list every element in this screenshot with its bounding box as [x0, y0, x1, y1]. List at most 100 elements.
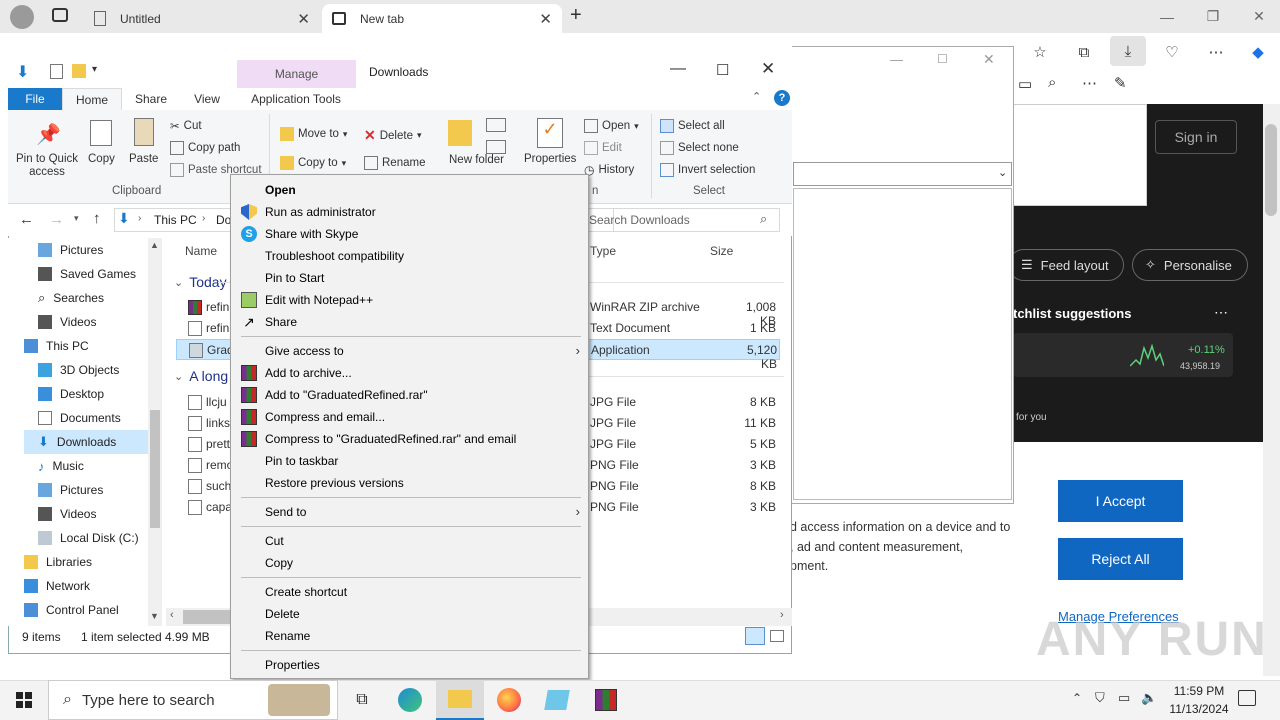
menu-item-edit-notepad[interactable]: Edit with Notepad++ [231, 289, 588, 311]
menu-item-open[interactable]: Open [231, 179, 588, 201]
properties-quick-icon[interactable] [50, 64, 63, 79]
column-size[interactable]: Size [710, 244, 733, 258]
paste-button[interactable]: Paste [129, 153, 158, 165]
nav-item-music[interactable]: ♪ Music [24, 454, 84, 478]
profile-avatar[interactable] [10, 5, 34, 29]
nav-item-3d-objects[interactable]: 3D Objects [24, 358, 119, 382]
dialog-minimize-button[interactable]: — [890, 52, 903, 67]
nav-item-pictures[interactable]: Pictures [24, 238, 103, 262]
tab-new-tab[interactable]: New tab ✕ [322, 4, 562, 33]
tab-home[interactable]: Home [62, 88, 122, 110]
select-all-button[interactable]: Select all [660, 119, 725, 133]
security-icon[interactable]: ⛉ [1095, 690, 1105, 706]
menu-item-properties[interactable]: Properties [231, 654, 588, 676]
help-icon[interactable]: ? [774, 90, 790, 106]
menu-item-pin-start[interactable]: Pin to Start [231, 267, 588, 289]
menu-item-share-skype[interactable]: S Share with Skype [231, 223, 588, 245]
details-view-icon[interactable] [745, 627, 765, 645]
pin-quick-access-button[interactable]: Pin to Quick access [14, 153, 80, 179]
close-window-button[interactable]: ✕ [1236, 0, 1280, 33]
menu-item-add-rar[interactable]: Add to "GraduatedRefined.rar" [231, 384, 588, 406]
tab-untitled[interactable]: Untitled ✕ [84, 4, 320, 33]
forward-arrow-icon[interactable]: → [49, 211, 64, 228]
customize-quick-access-icon[interactable]: ▾ [92, 64, 97, 75]
nav-item-downloads[interactable]: ⬇ Downloads [24, 430, 148, 454]
nav-item-documents[interactable]: Documents [24, 406, 121, 430]
menu-item-restore-versions[interactable]: Restore previous versions [231, 472, 588, 494]
nav-item-videos-pc[interactable]: Videos [24, 502, 96, 526]
nav-item-saved-games[interactable]: Saved Games [24, 262, 136, 286]
tab-application-tools[interactable]: Application Tools [240, 88, 352, 110]
menu-item-create-shortcut[interactable]: Create shortcut [231, 581, 588, 603]
new-folder-button[interactable]: New folder [449, 154, 504, 166]
edit-button[interactable]: Edit [584, 141, 622, 155]
folder-icon[interactable]: ▭ [1018, 75, 1032, 93]
dialog-dropdown[interactable] [793, 162, 1012, 186]
column-name[interactable]: Name [185, 244, 217, 258]
taskbar-firefox[interactable] [485, 680, 533, 720]
invert-selection-button[interactable]: Invert selection [660, 163, 755, 177]
restore-button[interactable]: ❐ [1190, 0, 1236, 33]
column-type[interactable]: Type [590, 244, 616, 258]
nav-item-control-panel[interactable]: Control Panel [10, 598, 119, 622]
tab-view[interactable]: View [184, 88, 230, 110]
feed-layout-button[interactable]: ☰ Feed layout [1008, 249, 1124, 281]
chevron-up-icon[interactable]: ⌃ [752, 90, 761, 103]
nav-item-desktop[interactable]: Desktop [24, 382, 104, 406]
scroll-left-arrow-icon[interactable]: ‹ [170, 609, 174, 621]
move-to-button[interactable]: Move to ▾ [280, 127, 347, 141]
taskbar-winrar[interactable] [582, 680, 630, 720]
downloads-icon[interactable]: ⤓ [1110, 36, 1146, 66]
open-button[interactable]: Open ▾ [584, 119, 639, 133]
nav-item-libraries[interactable]: Libraries [10, 550, 92, 574]
dialog-maximize-button[interactable]: ☐ [937, 52, 948, 66]
more-icon[interactable]: ⋯ [1082, 74, 1097, 92]
search-icon[interactable]: ⌕ [760, 211, 767, 227]
pin-icon[interactable]: ✎ [1114, 74, 1127, 92]
tab-actions-icon[interactable] [52, 8, 68, 22]
more-icon[interactable]: ⋯ [1202, 40, 1230, 64]
nav-scroll-thumb[interactable] [150, 410, 160, 528]
menu-item-rename[interactable]: Rename [231, 625, 588, 647]
menu-item-send-to[interactable]: Send to › [231, 501, 588, 523]
properties-button[interactable]: Properties [524, 153, 576, 165]
close-icon[interactable]: ✕ [539, 10, 552, 28]
new-tab-button[interactable]: + [570, 4, 582, 27]
task-view-button[interactable]: ⧉ [338, 680, 386, 720]
menu-item-give-access[interactable]: Give access to › [231, 340, 588, 362]
start-button[interactable] [0, 680, 48, 720]
rename-button[interactable]: Rename [364, 156, 425, 170]
select-none-button[interactable]: Select none [660, 141, 739, 155]
menu-item-share[interactable]: ↗ Share [231, 311, 588, 333]
taskbar-clock[interactable]: 11:59 PM 11/13/2024 [1162, 682, 1236, 718]
copy-to-button[interactable]: Copy to ▾ [280, 156, 346, 170]
tab-share[interactable]: Share [128, 88, 174, 110]
new-item-icon[interactable] [486, 118, 506, 132]
history-button[interactable]: ◷ History [584, 163, 634, 177]
dialog-close-button[interactable]: ✕ [983, 51, 995, 68]
scroll-right-arrow-icon[interactable]: › [780, 609, 784, 621]
scroll-down-arrow-icon[interactable]: ▼ [150, 611, 159, 621]
performance-icon[interactable]: ♡ [1158, 40, 1186, 64]
sign-in-button[interactable]: Sign in [1155, 120, 1237, 154]
page-scroll-thumb[interactable] [1265, 124, 1277, 216]
taskbar-edge[interactable] [386, 680, 434, 720]
menu-item-cut[interactable]: Cut [231, 530, 588, 552]
search-highlight-image[interactable] [268, 684, 330, 716]
favorites-icon[interactable]: ☆ [1026, 40, 1054, 64]
recent-locations-icon[interactable]: ▾ [74, 213, 79, 224]
accept-button[interactable]: I Accept [1058, 480, 1183, 522]
menu-item-compress-rar-email[interactable]: Compress to "GraduatedRefined.rar" and e… [231, 428, 588, 450]
chevron-down-icon[interactable]: ⌄ [998, 166, 1007, 179]
easy-access-icon[interactable] [486, 140, 506, 154]
more-icon[interactable]: ⋯ [1214, 304, 1228, 321]
copy-path-button[interactable]: Copy path [170, 141, 240, 155]
nav-item-pictures-pc[interactable]: Pictures [24, 478, 103, 502]
explorer-maximize-button[interactable]: ☐ [716, 61, 729, 79]
search-downloads-input[interactable]: Search Downloads [582, 208, 780, 232]
scroll-up-arrow-icon[interactable]: ▲ [150, 240, 159, 250]
personalise-button[interactable]: ✧ Personalise [1132, 249, 1248, 281]
menu-item-delete[interactable]: Delete [231, 603, 588, 625]
explorer-minimize-button[interactable]: — [670, 60, 686, 78]
back-arrow-icon[interactable]: ← [19, 211, 34, 228]
